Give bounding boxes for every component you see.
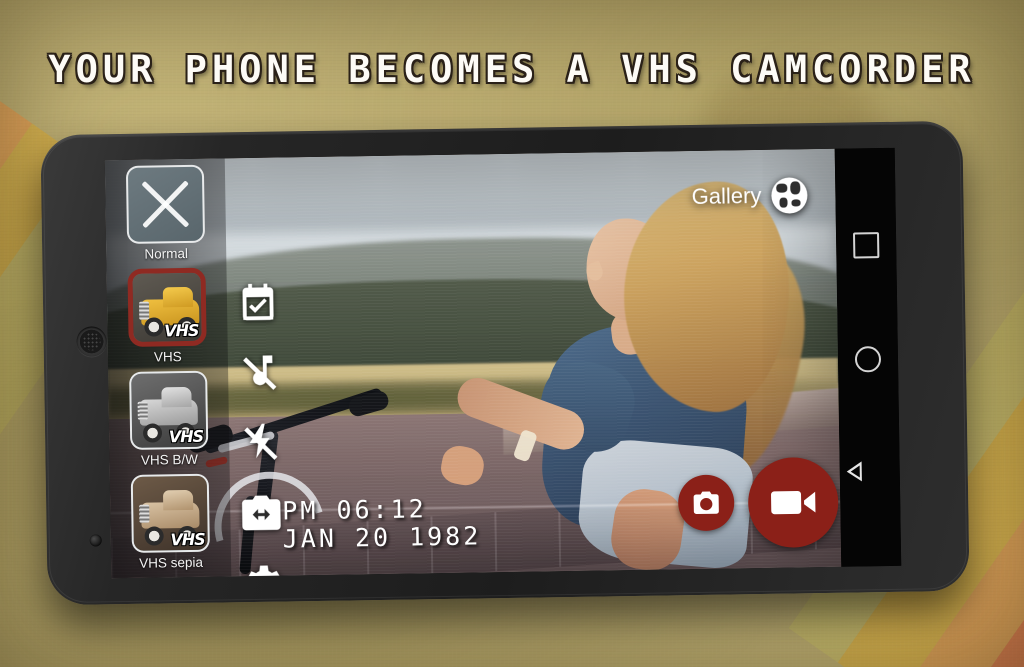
sound-toggle[interactable] bbox=[236, 350, 283, 397]
globe-icon bbox=[771, 177, 808, 214]
gallery-button[interactable]: Gallery bbox=[691, 177, 808, 215]
circle-icon[interactable] bbox=[854, 346, 882, 373]
vhs-timestamp: PM 06:12 JAN 20 1982 bbox=[282, 494, 481, 553]
filter-label: VHS sepia bbox=[139, 554, 204, 571]
filter-thumb-normal[interactable] bbox=[125, 164, 206, 244]
filter-item-vhs-sepia[interactable]: VHS VHS sepia bbox=[110, 473, 231, 571]
camera-switch[interactable] bbox=[238, 489, 285, 536]
camera-switch-icon bbox=[242, 495, 281, 531]
date-stamp-toggle[interactable] bbox=[235, 280, 282, 327]
filter-label: Normal bbox=[144, 245, 189, 262]
front-camera bbox=[89, 534, 102, 547]
filter-item-vhs[interactable]: VHS VHS bbox=[106, 267, 227, 365]
filter-thumb-vhs-bw[interactable]: VHS bbox=[129, 370, 209, 450]
earpiece-speaker bbox=[76, 326, 107, 357]
android-navigation-bar[interactable] bbox=[834, 147, 902, 567]
phone-screen: Normal VHS VHS VHS VHS B/W VHS VHS sepia… bbox=[104, 147, 902, 579]
page-title: YOUR PHONE BECOMES A VHS CAMCORDER bbox=[48, 48, 976, 91]
filter-label: VHS bbox=[153, 349, 182, 365]
filter-item-normal[interactable]: Normal bbox=[105, 164, 226, 262]
filter-thumb-vhs[interactable]: VHS bbox=[127, 267, 207, 347]
vhs-badge: VHS bbox=[164, 320, 199, 341]
video-camera-icon bbox=[771, 490, 816, 515]
settings-button[interactable] bbox=[239, 559, 286, 579]
camera-icon bbox=[693, 491, 719, 515]
filter-item-vhs-bw[interactable]: VHS VHS B/W bbox=[108, 370, 229, 468]
x-cross-icon bbox=[128, 167, 203, 242]
filter-label: VHS B/W bbox=[140, 451, 199, 468]
music-note-off-icon bbox=[243, 355, 277, 390]
flash-off-icon bbox=[244, 423, 278, 460]
triangle-back-icon[interactable] bbox=[862, 460, 878, 482]
filter-thumb-vhs-sepia[interactable]: VHS bbox=[130, 473, 210, 553]
phone-device: Normal VHS VHS VHS VHS B/W VHS VHS sepia… bbox=[40, 120, 970, 606]
gallery-label: Gallery bbox=[691, 182, 762, 210]
vhs-badge: VHS bbox=[168, 426, 204, 447]
gear-icon bbox=[247, 565, 281, 579]
timestamp-time: PM 06:12 bbox=[282, 494, 427, 526]
flash-toggle[interactable] bbox=[237, 419, 284, 466]
square-icon[interactable] bbox=[852, 232, 880, 259]
vhs-badge: VHS bbox=[170, 529, 205, 550]
timestamp-date: JAN 20 1982 bbox=[282, 521, 482, 554]
filter-rail[interactable]: Normal VHS VHS VHS VHS B/W VHS VHS sepia bbox=[104, 158, 232, 579]
calendar-check-icon bbox=[242, 283, 274, 321]
